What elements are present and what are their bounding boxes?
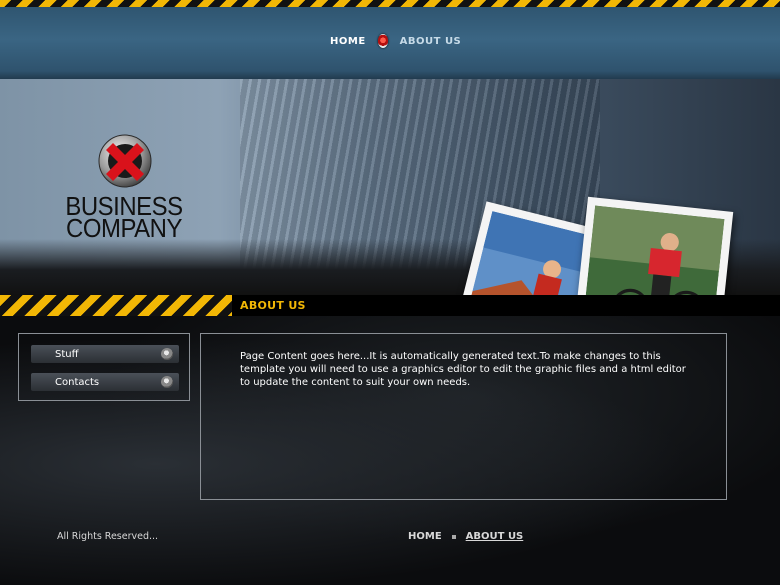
top-hazard-stripe [0, 0, 780, 7]
sidebar-item-stuff[interactable]: Stuff [31, 345, 179, 363]
sidebar-menu: Stuff Contacts [18, 333, 190, 401]
section-hazard-stripe [0, 295, 232, 316]
sidebar-item-label: Stuff [55, 348, 79, 360]
section-title: ABOUT US [240, 299, 306, 312]
photo-mountain-biker [572, 196, 734, 295]
header-bar: HOME ABOUT US [0, 7, 780, 79]
footer-separator-icon [451, 534, 456, 539]
top-navigation: HOME ABOUT US [330, 34, 461, 48]
radio-knob-icon [161, 348, 173, 360]
sidebar-item-contacts[interactable]: Contacts [31, 373, 179, 391]
nav-home-link[interactable]: HOME [330, 36, 366, 47]
company-name-line2: COMPANY [66, 213, 182, 243]
footer-about-link[interactable]: ABOUT US [466, 531, 524, 542]
copyright-text: All Rights Reserved... [57, 531, 159, 542]
page-content-text: Page Content goes here...It is automatic… [240, 351, 686, 388]
radio-knob-icon [161, 376, 173, 388]
sidebar-item-label: Contacts [55, 376, 100, 388]
nav-about-link[interactable]: ABOUT US [400, 36, 462, 47]
nav-separator-icon [377, 34, 388, 48]
hero-banner: BUSINESS COMPANY [0, 79, 780, 295]
main-content-panel: Page Content goes here...It is automatic… [200, 333, 727, 500]
footer-home-link[interactable]: HOME [408, 531, 442, 542]
x-circle-icon [98, 134, 152, 188]
company-name: BUSINESS COMPANY [60, 193, 189, 243]
footer-navigation: HOME ABOUT US [408, 531, 523, 542]
